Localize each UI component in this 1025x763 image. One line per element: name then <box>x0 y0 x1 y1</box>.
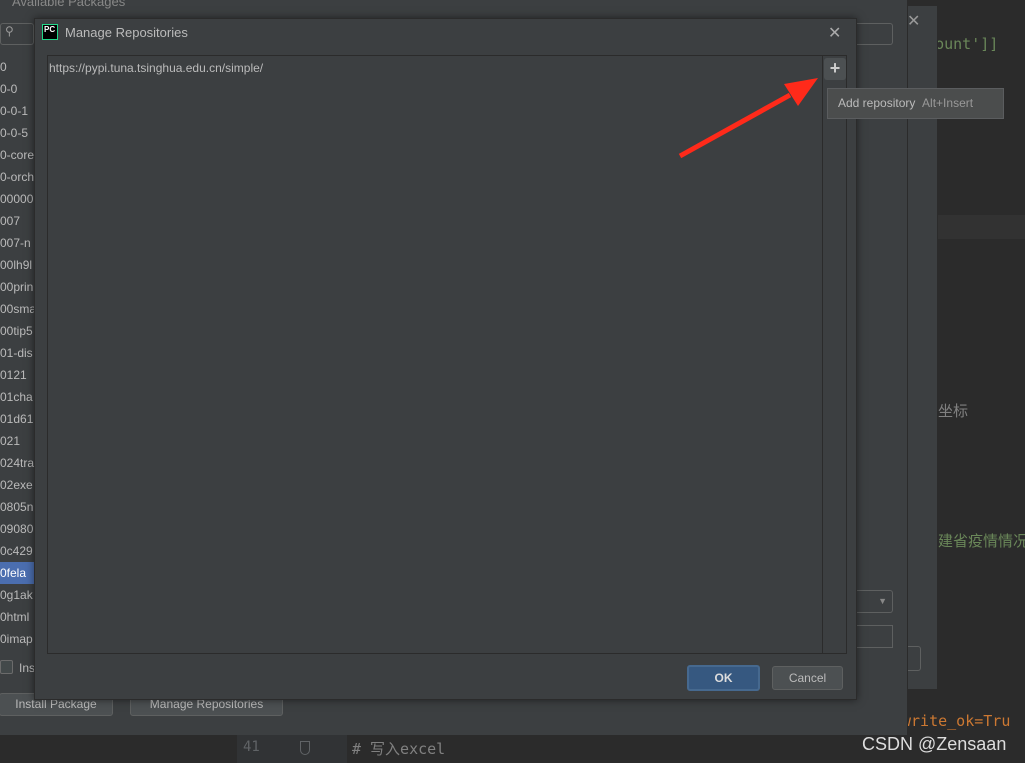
watermark: CSDN @Zensaan <box>862 734 1007 754</box>
arrow-head <box>784 78 818 106</box>
arrow-shaft <box>678 92 792 159</box>
annotation-arrow <box>678 78 818 159</box>
